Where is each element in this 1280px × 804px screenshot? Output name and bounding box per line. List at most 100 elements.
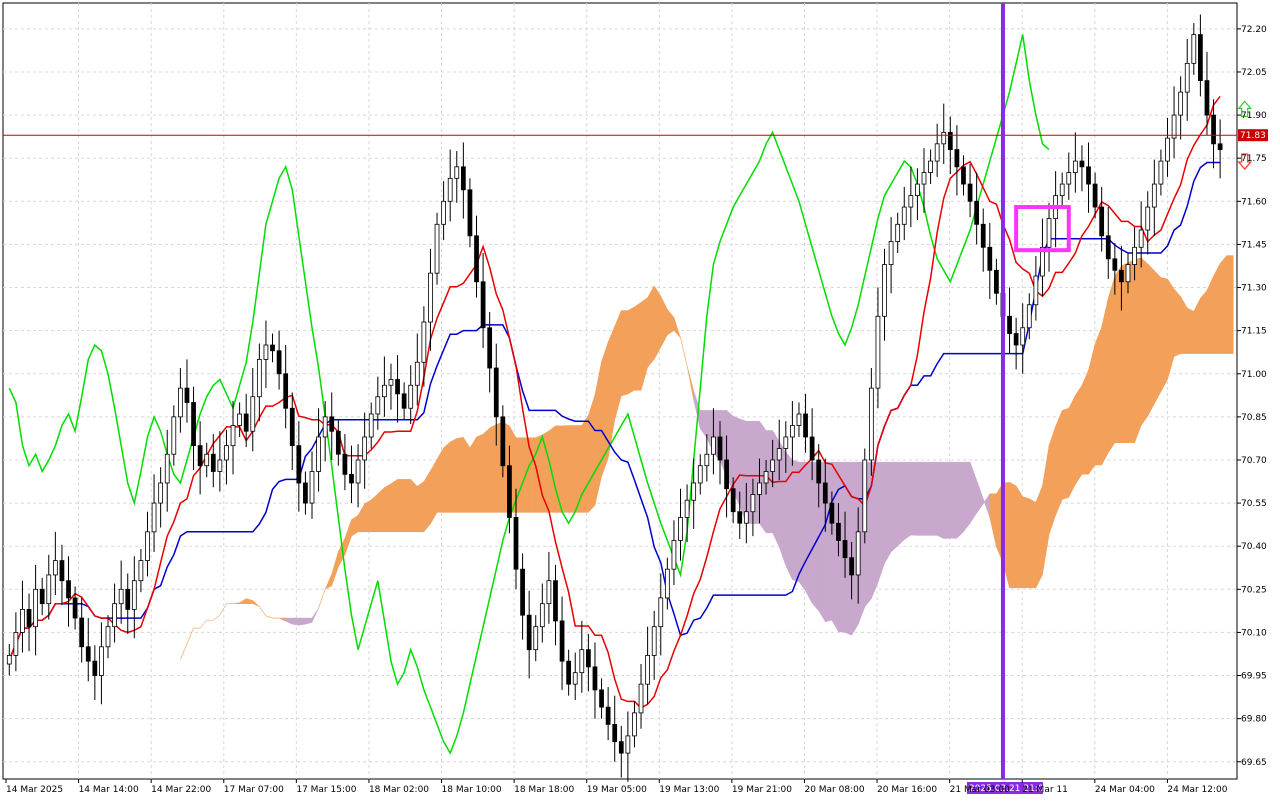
kumo-segment: [1134, 257, 1142, 443]
candle-body: [1217, 143, 1223, 150]
kumo-segment: [956, 461, 964, 539]
candle-body: [664, 568, 670, 599]
candle-body: [414, 361, 420, 386]
candle-body: [1112, 258, 1118, 271]
candle-body: [520, 568, 525, 616]
candle-body: [270, 344, 275, 352]
candle-body: [204, 453, 210, 467]
candle-body: [349, 473, 354, 484]
kumo-segment: [910, 461, 918, 536]
candle-body: [849, 557, 854, 576]
candle-body: [1086, 166, 1091, 185]
y-tick-label: 72.20: [1241, 25, 1267, 35]
candle-body: [586, 649, 591, 668]
kumo-segment: [410, 478, 418, 533]
kumo-segment: [634, 301, 642, 391]
candle-body: [994, 269, 999, 294]
candle-body: [934, 143, 940, 162]
candle-body: [493, 367, 499, 418]
kumo-segment: [384, 483, 392, 533]
kumo-segment: [1015, 484, 1023, 589]
kumo-segment: [1035, 485, 1043, 588]
candle-body: [1059, 183, 1065, 196]
candle-body: [921, 172, 927, 185]
candle-body: [579, 649, 585, 674]
candle-body: [224, 445, 229, 461]
kumo-segment: [588, 394, 596, 514]
candle-body: [1204, 80, 1210, 116]
candle-body: [796, 413, 802, 426]
x-tick-label: 24 Mar 04:00: [1095, 785, 1155, 795]
candle-body: [1007, 315, 1012, 334]
chart-canvas[interactable]: 71.832025.03.21 21:00 72.2072.0571.9071.…: [0, 0, 1280, 800]
candle-body: [697, 465, 703, 484]
candle-body: [961, 166, 966, 185]
candle-body: [1046, 218, 1052, 248]
candle-body: [888, 241, 894, 265]
y-tick-label: 70.55: [1241, 499, 1267, 509]
candle-body: [20, 609, 25, 633]
candle-body: [1198, 34, 1203, 81]
y-tick-label: 71.30: [1241, 284, 1267, 294]
candle-body: [105, 626, 111, 648]
kumo-segment: [877, 461, 885, 583]
candle-body: [605, 706, 611, 725]
candle-body: [197, 445, 203, 467]
candle-body: [79, 617, 85, 648]
candle-body: [395, 379, 400, 395]
candle-body: [678, 517, 683, 541]
kumo-segment: [785, 451, 793, 580]
candle-body: [118, 588, 124, 605]
candle-body: [803, 413, 808, 438]
kumo-segment: [1147, 263, 1155, 417]
candle-body: [26, 609, 32, 628]
candle-body: [362, 436, 368, 461]
candle-body: [441, 200, 446, 225]
candle-body: [158, 482, 164, 504]
y-tick-label: 69.95: [1241, 672, 1267, 682]
candle-body: [882, 264, 887, 317]
kumo-segment: [627, 306, 635, 395]
candle-body: [138, 560, 144, 582]
kumo-segment: [1029, 498, 1037, 589]
x-tick-label: 18 Mar 10:00: [442, 785, 502, 795]
candle-body: [592, 666, 598, 691]
candle-body: [454, 166, 460, 179]
candle-body: [743, 511, 749, 524]
candle-body: [974, 200, 980, 225]
kumo-segment: [397, 479, 405, 533]
candle-body: [92, 660, 98, 676]
candle-body: [178, 387, 183, 418]
candle-body: [99, 646, 104, 676]
candle-body: [329, 416, 335, 432]
candle-body: [967, 183, 973, 202]
kumo-segment: [1022, 496, 1030, 589]
candle-body: [1125, 264, 1131, 283]
candle-body: [13, 632, 19, 656]
candle-body: [460, 166, 466, 191]
candle-body: [480, 281, 486, 329]
kumo-segment: [430, 458, 438, 525]
candle-body: [151, 502, 157, 533]
kumo-segment: [476, 433, 484, 513]
kumo-segment: [897, 461, 905, 547]
candle-body: [868, 387, 874, 461]
candle-body: [1092, 183, 1098, 208]
candle-body: [941, 131, 947, 145]
kumo-segment: [1121, 262, 1129, 443]
candle-body: [757, 482, 762, 495]
x-axis: 14 Mar 2025 14 Mar 14:00 14 Mar 22:00 17 Ma…: [5, 779, 1228, 795]
kumo-segment: [1127, 259, 1135, 443]
candle-body: [59, 560, 65, 582]
candle-body: [125, 588, 131, 610]
x-tick-label: 18 Mar 18:00: [514, 785, 574, 795]
kumo-segment: [1068, 395, 1076, 498]
y-tick-label: 72.05: [1241, 68, 1267, 78]
kumo-segment: [1094, 326, 1102, 466]
kumo-segment: [561, 425, 569, 513]
candle-body: [546, 580, 552, 605]
ichimoku-chart[interactable]: 71.83 2025.03.21 21:00 72.20 72.05 71.90 71.…: [0, 0, 1280, 800]
candle-body: [1079, 160, 1085, 168]
candle-body: [500, 416, 506, 467]
candle-body: [526, 614, 532, 651]
